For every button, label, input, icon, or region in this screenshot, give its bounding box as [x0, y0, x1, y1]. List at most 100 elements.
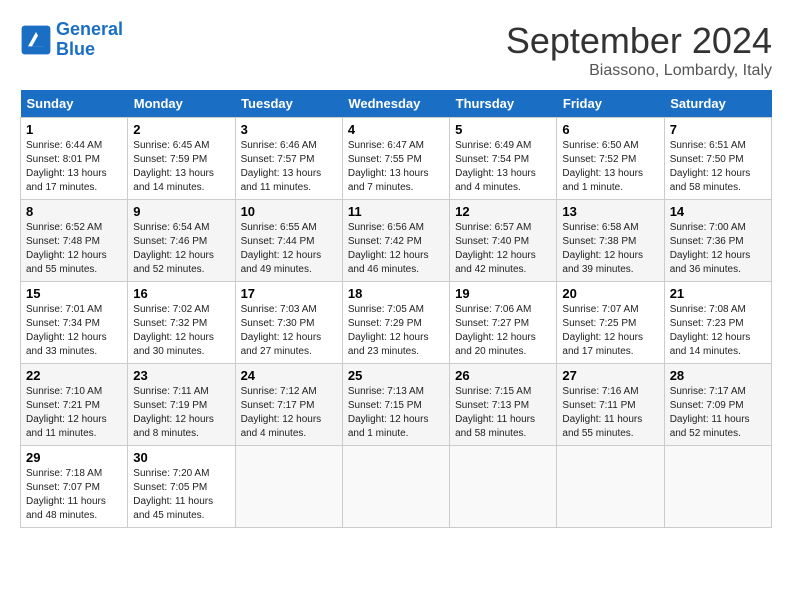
day-number: 21 [670, 286, 766, 301]
day-info: Sunrise: 6:47 AMSunset: 7:55 PMDaylight:… [348, 139, 444, 195]
calendar-cell: 14 Sunrise: 7:00 AMSunset: 7:36 PMDayligh… [664, 200, 771, 282]
day-number: 18 [348, 286, 444, 301]
logo-icon [20, 24, 52, 56]
day-number: 5 [455, 122, 551, 137]
day-number: 12 [455, 204, 551, 219]
calendar-cell [557, 446, 664, 528]
day-info: Sunrise: 7:16 AMSunset: 7:11 PMDaylight:… [562, 385, 658, 441]
calendar-cell: 9Sunrise: 6:54 AMSunset: 7:46 PMDaylight… [128, 200, 235, 282]
day-info: Sunrise: 6:57 AMSunset: 7:40 PMDaylight:… [455, 221, 551, 277]
day-info: Sunrise: 6:46 AMSunset: 7:57 PMDaylight:… [241, 139, 337, 195]
day-info: Sunrise: 7:18 AMSunset: 7:07 PMDaylight:… [26, 467, 122, 523]
location: Biassono, Lombardy, Italy [506, 62, 772, 80]
calendar-cell: 13 Sunrise: 6:58 AMSunset: 7:38 PMDayligh… [557, 200, 664, 282]
calendar-cell: 25 Sunrise: 7:13 AMSunset: 7:15 PMDayligh… [342, 364, 449, 446]
calendar-cell: 3 Sunrise: 6:46 AMSunset: 7:57 PMDaylight… [235, 118, 342, 200]
day-number: 20 [562, 286, 658, 301]
calendar-header-row: SundayMondayTuesdayWednesdayThursdayFrid… [21, 90, 772, 118]
day-number: 28 [670, 368, 766, 383]
day-info: Sunrise: 6:44 AMSunset: 8:01 PMDaylight:… [26, 139, 122, 195]
day-number: 3 [241, 122, 337, 137]
calendar-week-row: 15Sunrise: 7:01 AMSunset: 7:34 PMDayligh… [21, 282, 772, 364]
calendar-week-row: 8Sunrise: 6:52 AMSunset: 7:48 PMDaylight… [21, 200, 772, 282]
day-info: Sunrise: 6:52 AMSunset: 7:48 PMDaylight:… [26, 221, 122, 277]
day-number: 27 [562, 368, 658, 383]
logo-text: General Blue [56, 20, 123, 60]
page-header: General Blue September 2024 Biassono, Lo… [20, 20, 772, 80]
weekday-header: Sunday [21, 90, 128, 118]
day-number: 11 [348, 204, 444, 219]
day-number: 13 [562, 204, 658, 219]
day-number: 22 [26, 368, 122, 383]
calendar-cell [235, 446, 342, 528]
calendar-cell: 15Sunrise: 7:01 AMSunset: 7:34 PMDayligh… [21, 282, 128, 364]
day-number: 15 [26, 286, 122, 301]
day-info: Sunrise: 6:45 AMSunset: 7:59 PMDaylight:… [133, 139, 229, 195]
calendar-cell: 18 Sunrise: 7:05 AMSunset: 7:29 PMDayligh… [342, 282, 449, 364]
calendar-week-row: 29 Sunrise: 7:18 AMSunset: 7:07 PMDayligh… [21, 446, 772, 528]
day-number: 10 [241, 204, 337, 219]
day-info: Sunrise: 7:08 AMSunset: 7:23 PMDaylight:… [670, 303, 766, 359]
day-info: Sunrise: 7:00 AMSunset: 7:36 PMDaylight:… [670, 221, 766, 277]
day-info: Sunrise: 7:02 AMSunset: 7:32 PMDaylight:… [133, 303, 229, 359]
day-number: 17 [241, 286, 337, 301]
day-info: Sunrise: 6:54 AMSunset: 7:46 PMDaylight:… [133, 221, 229, 277]
weekday-header: Wednesday [342, 90, 449, 118]
day-number: 24 [241, 368, 337, 383]
calendar-cell: 1 Sunrise: 6:44 AMSunset: 8:01 PMDaylight… [21, 118, 128, 200]
day-info: Sunrise: 7:17 AMSunset: 7:09 PMDaylight:… [670, 385, 766, 441]
day-number: 30 [133, 450, 229, 465]
calendar-cell: 7 Sunrise: 6:51 AMSunset: 7:50 PMDaylight… [664, 118, 771, 200]
calendar-cell: 5 Sunrise: 6:49 AMSunset: 7:54 PMDaylight… [450, 118, 557, 200]
calendar-cell: 16 Sunrise: 7:02 AMSunset: 7:32 PMDayligh… [128, 282, 235, 364]
day-info: Sunrise: 6:51 AMSunset: 7:50 PMDaylight:… [670, 139, 766, 195]
day-info: Sunrise: 6:55 AMSunset: 7:44 PMDaylight:… [241, 221, 337, 277]
day-info: Sunrise: 7:15 AMSunset: 7:13 PMDaylight:… [455, 385, 551, 441]
calendar-week-row: 22Sunrise: 7:10 AMSunset: 7:21 PMDayligh… [21, 364, 772, 446]
weekday-header: Tuesday [235, 90, 342, 118]
day-number: 4 [348, 122, 444, 137]
day-number: 7 [670, 122, 766, 137]
calendar-cell [342, 446, 449, 528]
title-block: September 2024 Biassono, Lombardy, Italy [506, 20, 772, 80]
day-info: Sunrise: 7:13 AMSunset: 7:15 PMDaylight:… [348, 385, 444, 441]
calendar-cell: 27 Sunrise: 7:16 AMSunset: 7:11 PMDayligh… [557, 364, 664, 446]
day-info: Sunrise: 7:03 AMSunset: 7:30 PMDaylight:… [241, 303, 337, 359]
calendar-cell: 29 Sunrise: 7:18 AMSunset: 7:07 PMDayligh… [21, 446, 128, 528]
weekday-header: Friday [557, 90, 664, 118]
day-info: Sunrise: 6:49 AMSunset: 7:54 PMDaylight:… [455, 139, 551, 195]
calendar-body: 1 Sunrise: 6:44 AMSunset: 8:01 PMDaylight… [21, 118, 772, 528]
calendar-week-row: 1 Sunrise: 6:44 AMSunset: 8:01 PMDaylight… [21, 118, 772, 200]
day-info: Sunrise: 7:11 AMSunset: 7:19 PMDaylight:… [133, 385, 229, 441]
calendar-cell: 19Sunrise: 7:06 AMSunset: 7:27 PMDayligh… [450, 282, 557, 364]
day-number: 29 [26, 450, 122, 465]
day-number: 25 [348, 368, 444, 383]
calendar-cell: 30 Sunrise: 7:20 AMSunset: 7:05 PMDayligh… [128, 446, 235, 528]
day-number: 19 [455, 286, 551, 301]
day-number: 1 [26, 122, 122, 137]
day-number: 2 [133, 122, 229, 137]
day-info: Sunrise: 7:05 AMSunset: 7:29 PMDaylight:… [348, 303, 444, 359]
calendar-cell [450, 446, 557, 528]
day-number: 26 [455, 368, 551, 383]
calendar-cell: 23Sunrise: 7:11 AMSunset: 7:19 PMDayligh… [128, 364, 235, 446]
calendar-cell: 4 Sunrise: 6:47 AMSunset: 7:55 PMDaylight… [342, 118, 449, 200]
calendar-cell: 2 Sunrise: 6:45 AMSunset: 7:59 PMDaylight… [128, 118, 235, 200]
calendar-cell: 20Sunrise: 7:07 AMSunset: 7:25 PMDayligh… [557, 282, 664, 364]
day-info: Sunrise: 6:56 AMSunset: 7:42 PMDaylight:… [348, 221, 444, 277]
calendar-cell [664, 446, 771, 528]
calendar-cell: 22Sunrise: 7:10 AMSunset: 7:21 PMDayligh… [21, 364, 128, 446]
day-info: Sunrise: 7:12 AMSunset: 7:17 PMDaylight:… [241, 385, 337, 441]
calendar-cell: 6 Sunrise: 6:50 AMSunset: 7:52 PMDaylight… [557, 118, 664, 200]
day-number: 14 [670, 204, 766, 219]
month-title: September 2024 [506, 20, 772, 62]
weekday-header: Thursday [450, 90, 557, 118]
day-info: Sunrise: 6:50 AMSunset: 7:52 PMDaylight:… [562, 139, 658, 195]
day-info: Sunrise: 7:20 AMSunset: 7:05 PMDaylight:… [133, 467, 229, 523]
day-info: Sunrise: 6:58 AMSunset: 7:38 PMDaylight:… [562, 221, 658, 277]
weekday-header: Saturday [664, 90, 771, 118]
calendar-table: SundayMondayTuesdayWednesdayThursdayFrid… [20, 90, 772, 528]
weekday-header: Monday [128, 90, 235, 118]
day-number: 16 [133, 286, 229, 301]
day-number: 6 [562, 122, 658, 137]
